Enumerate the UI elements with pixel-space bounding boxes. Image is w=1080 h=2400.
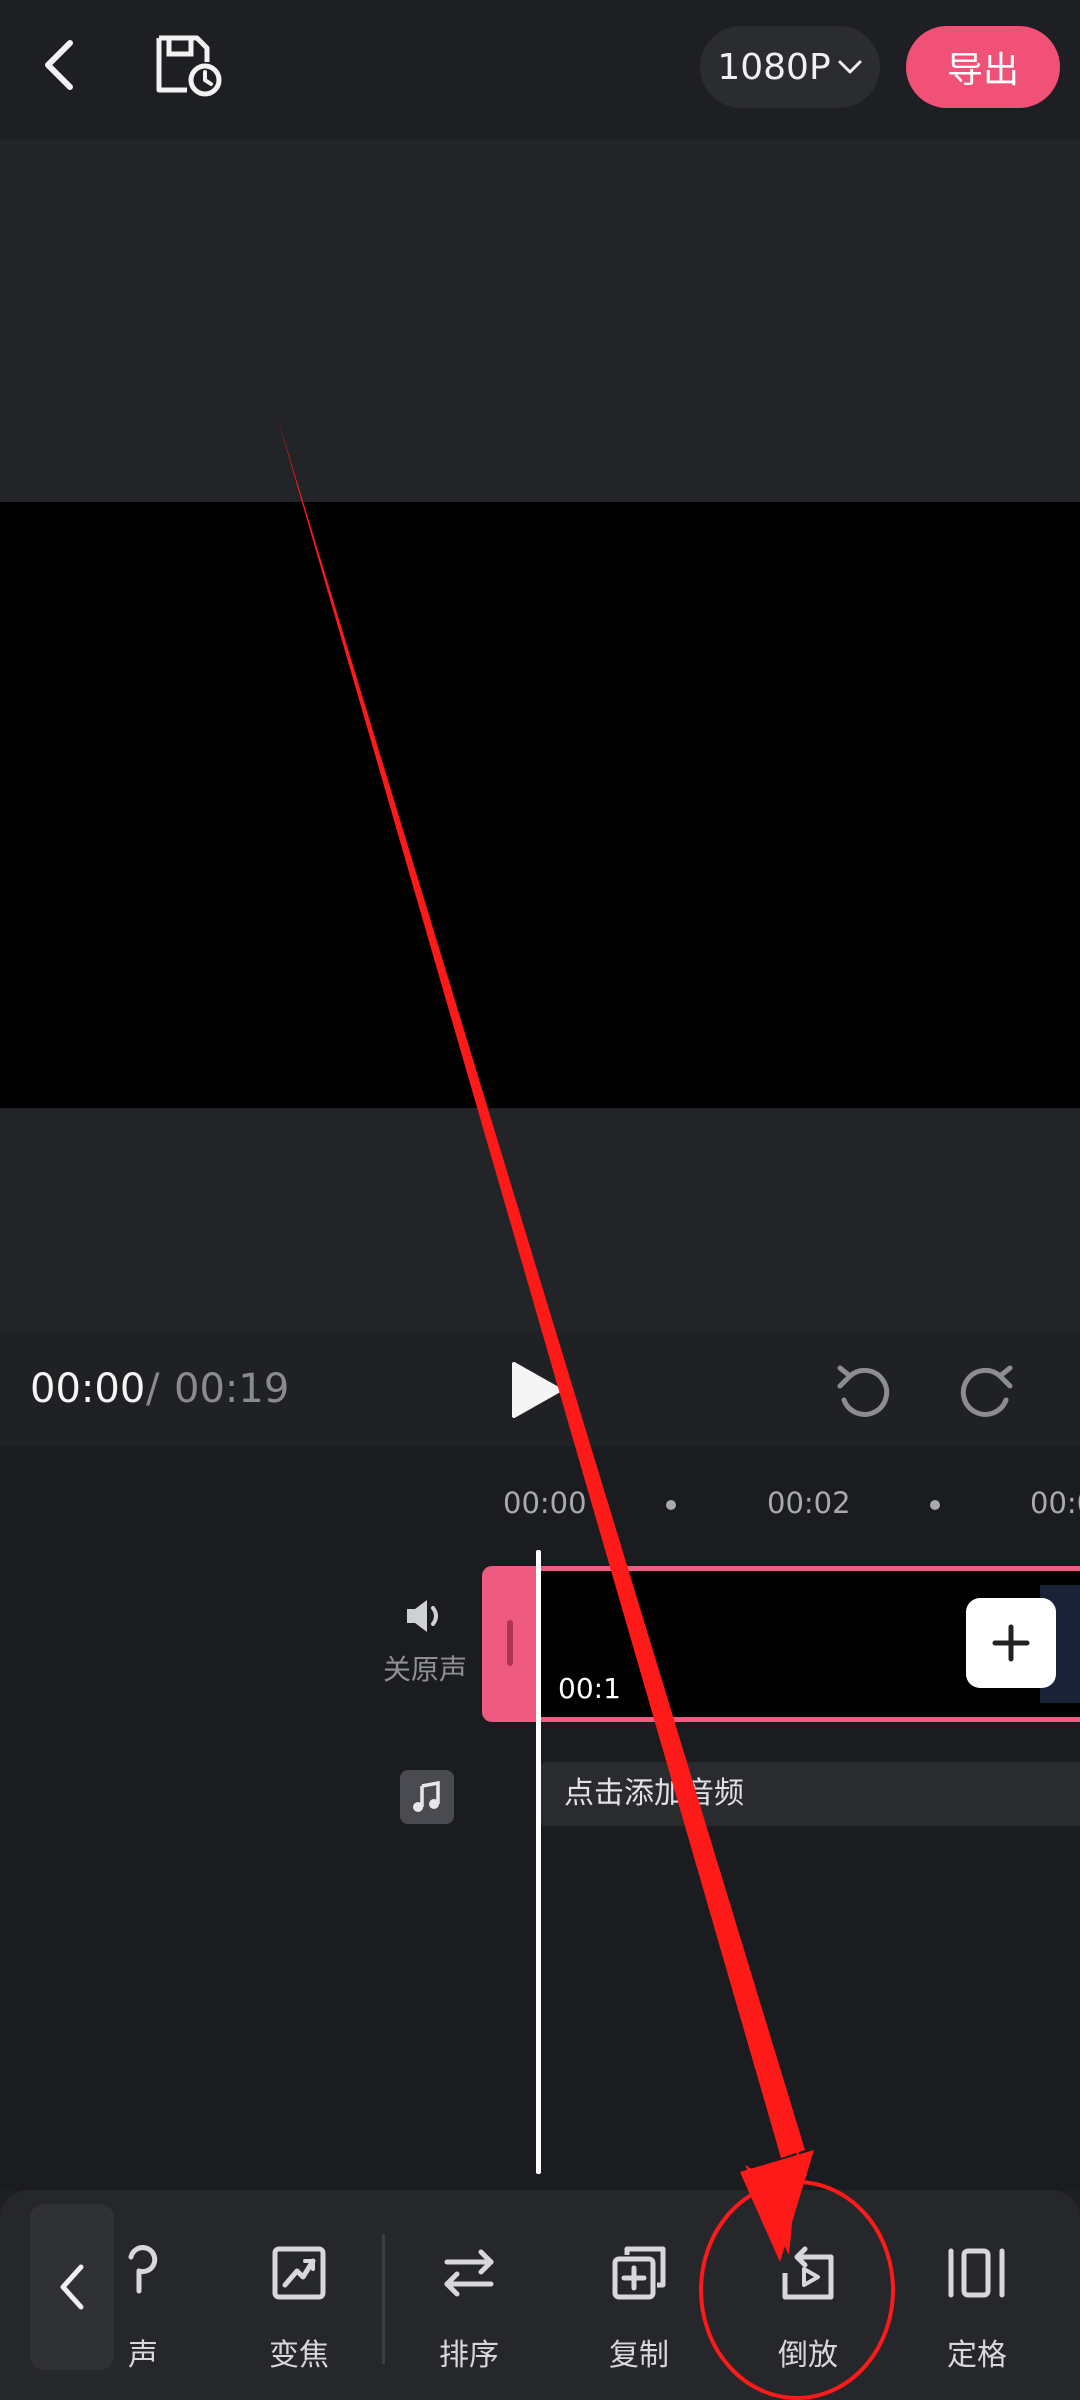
tool-freeze[interactable]: 定格 xyxy=(912,2238,1042,2374)
mute-original-label: 关原声 xyxy=(382,1653,467,1686)
speaker-icon xyxy=(407,1600,438,1632)
resolution-dropdown[interactable]: 1080P xyxy=(700,26,880,108)
tool-sort-label: 排序 xyxy=(439,2338,499,2373)
music-track-button[interactable] xyxy=(400,1770,454,1824)
reverse-icon xyxy=(782,2246,834,2300)
tool-copy-label: 复制 xyxy=(609,2338,669,2373)
time-separator: / xyxy=(146,1366,160,1412)
chevron-left-icon xyxy=(45,40,73,90)
ruler-tick-label: 00:00 xyxy=(503,1486,587,1520)
playhead[interactable] xyxy=(536,1550,541,2174)
tool-zoom-label: 变焦 xyxy=(269,2338,329,2373)
top-bar: 1080P 导出 xyxy=(0,0,1080,140)
trim-grip xyxy=(507,1620,513,1666)
ruler-dot xyxy=(666,1500,676,1510)
zoom-icon xyxy=(272,2246,326,2300)
clip-duration: 00:1 xyxy=(558,1672,621,1705)
mute-original-audio-button[interactable]: 关原声 xyxy=(360,1596,490,1706)
freeze-icon xyxy=(948,2248,1005,2298)
export-button[interactable]: 导出 xyxy=(906,26,1060,108)
tool-voice-label: 声 xyxy=(128,2338,158,2373)
save-draft-button[interactable] xyxy=(150,30,226,100)
timeline: 00:00 00:02 00:0 关原声 00:1 点击添加音频 xyxy=(0,1446,1080,2190)
ruler-tick-label: 00:0 xyxy=(1030,1486,1080,1520)
music-note-icon xyxy=(413,1780,440,1812)
voice-icon xyxy=(128,2245,158,2294)
ruler-dot xyxy=(930,1500,940,1510)
tool-zoom[interactable]: 变焦 xyxy=(234,2238,364,2374)
save-clock-icon xyxy=(156,35,222,97)
add-audio-track[interactable]: 点击添加音频 xyxy=(540,1762,1080,1826)
undo-icon[interactable] xyxy=(830,1360,894,1424)
edit-toolbar: 声 变焦 排序 复制 倒放 定格 xyxy=(0,2190,1080,2400)
toolbar-divider xyxy=(382,2234,385,2364)
tool-voice[interactable]: 声 xyxy=(78,2238,208,2374)
tool-sort[interactable]: 排序 xyxy=(404,2238,534,2374)
preview-area xyxy=(0,140,1080,1330)
sort-icon xyxy=(444,2249,494,2297)
copy-icon xyxy=(612,2246,666,2300)
plus-icon xyxy=(992,1624,1030,1662)
back-button[interactable] xyxy=(28,30,92,100)
total-time: 00:19 xyxy=(174,1366,290,1412)
ruler-tick-label: 00:02 xyxy=(767,1486,851,1520)
playback-bar: 00:00 / 00:19 xyxy=(0,1330,1080,1446)
clip-trim-handle[interactable] xyxy=(482,1566,540,1722)
redo-icon[interactable] xyxy=(956,1360,1020,1424)
current-time: 00:00 xyxy=(30,1366,146,1412)
play-icon[interactable] xyxy=(508,1360,566,1420)
video-preview[interactable] xyxy=(0,502,1080,1108)
tool-copy[interactable]: 复制 xyxy=(574,2238,704,2374)
tool-reverse[interactable]: 倒放 xyxy=(743,2238,873,2374)
chevron-down-icon xyxy=(838,60,862,74)
add-clip-button[interactable] xyxy=(966,1598,1056,1688)
tool-reverse-label: 倒放 xyxy=(778,2338,838,2373)
resolution-label: 1080P xyxy=(717,46,831,88)
tool-freeze-label: 定格 xyxy=(947,2338,1007,2373)
export-label: 导出 xyxy=(946,50,1019,91)
